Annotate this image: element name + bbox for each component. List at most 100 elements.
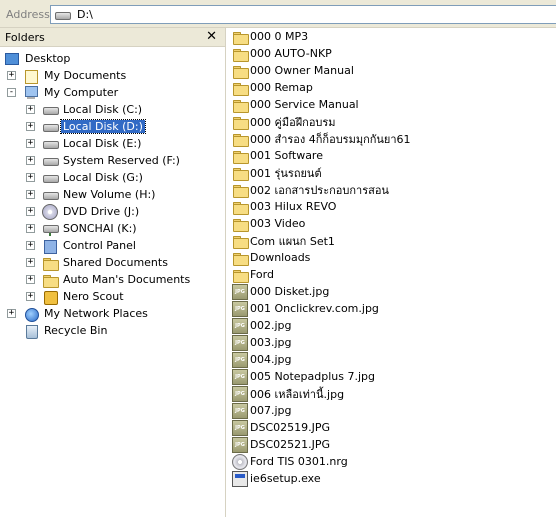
folder-icon: [42, 255, 59, 271]
file-list-item[interactable]: 000 Disket.jpg: [232, 283, 329, 300]
file-list-item[interactable]: ie6setup.exe: [232, 470, 321, 487]
tree-item-label: Recycle Bin: [44, 324, 108, 337]
tree-item-label: My Network Places: [44, 307, 148, 320]
file-list-item[interactable]: 001 Software: [232, 147, 323, 164]
file-list-item[interactable]: 000 Remap: [232, 79, 313, 96]
tree-expander[interactable]: +: [26, 173, 35, 182]
file-list-item[interactable]: 003 Video: [232, 215, 305, 232]
file-list-item[interactable]: 000 AUTO-NKP: [232, 45, 332, 62]
tree-expander[interactable]: +: [7, 71, 16, 80]
tree-item[interactable]: Local Disk (C:): [42, 101, 144, 118]
tree-expander[interactable]: +: [26, 156, 35, 165]
file-list-item[interactable]: Downloads: [232, 249, 310, 266]
folder-icon: [232, 165, 249, 181]
close-folders-pane-button[interactable]: ✕: [206, 29, 217, 44]
tree-expander[interactable]: +: [26, 275, 35, 284]
tree-item-label: Local Disk (E:): [63, 137, 142, 150]
jpg-file-icon: [232, 351, 248, 368]
jpg-file-icon: [232, 300, 248, 317]
tree-item[interactable]: My Network Places: [23, 305, 150, 322]
file-list-item[interactable]: 001 Onclickrev.com.jpg: [232, 300, 379, 317]
file-list-item[interactable]: 003 Hilux REVO: [232, 198, 336, 215]
tree-item[interactable]: SONCHAI (K:): [42, 220, 139, 237]
jpg-file-icon: [232, 436, 248, 453]
folders-header: Folders ✕: [0, 28, 225, 47]
folder-icon: [232, 182, 249, 198]
control-panel-icon: [42, 238, 58, 254]
file-list-item[interactable]: Ford TIS 0301.nrg: [232, 453, 348, 470]
file-name: 000 AUTO-NKP: [250, 47, 332, 60]
folder-icon: [232, 250, 249, 266]
file-name: Ford: [250, 268, 274, 281]
file-name: 004.jpg: [250, 353, 292, 366]
file-list-item[interactable]: 000 Owner Manual: [232, 62, 354, 79]
file-list-item[interactable]: 000 คู่มือฝึกอบรม: [232, 113, 336, 130]
tree-item[interactable]: Desktop: [4, 50, 72, 67]
tree-expander[interactable]: +: [26, 122, 35, 131]
tree-expander[interactable]: +: [26, 207, 35, 216]
tree-expander[interactable]: +: [26, 105, 35, 114]
tree-expander[interactable]: +: [26, 241, 35, 250]
file-name: 003.jpg: [250, 336, 292, 349]
drive-icon: [42, 119, 59, 135]
file-list-item[interactable]: Ford: [232, 266, 274, 283]
tree-item-label: Shared Documents: [63, 256, 168, 269]
address-value: D:\: [77, 8, 93, 21]
file-list-item[interactable]: 001 รุ่นรถยนต์: [232, 164, 322, 181]
tree-item[interactable]: Control Panel: [42, 237, 138, 254]
file-list-item[interactable]: DSC02521.JPG: [232, 436, 330, 453]
file-list-item[interactable]: 004.jpg: [232, 351, 292, 368]
file-list-item[interactable]: 007.jpg: [232, 402, 292, 419]
folder-icon: [232, 80, 249, 96]
nero-scout-icon: [42, 289, 58, 305]
tree-expander[interactable]: +: [26, 139, 35, 148]
tree-item[interactable]: My Computer: [23, 84, 120, 101]
file-list-item[interactable]: 002.jpg: [232, 317, 292, 334]
tree-item-label: New Volume (H:): [63, 188, 156, 201]
address-input[interactable]: D:\: [50, 5, 556, 24]
file-list-item[interactable]: 003.jpg: [232, 334, 292, 351]
file-name: DSC02519.JPG: [250, 421, 331, 434]
folder-icon: [232, 97, 249, 113]
tree-item[interactable]: Recycle Bin: [23, 322, 109, 339]
tree-item[interactable]: New Volume (H:): [42, 186, 157, 203]
file-list-item[interactable]: 000 สำรอง 4ก็ก็อบรมมุกกันยา61: [232, 130, 411, 147]
tree-item-label: My Documents: [44, 69, 127, 82]
file-list-item[interactable]: Com แผนก Set1: [232, 232, 335, 249]
folder-icon: [232, 148, 249, 164]
tree-item[interactable]: Auto Man's Documents: [42, 271, 192, 288]
file-list-item[interactable]: 002 เอกสารประกอบการสอน: [232, 181, 389, 198]
tree-item[interactable]: Local Disk (E:): [42, 135, 143, 152]
file-name: 002 เอกสารประกอบการสอน: [250, 183, 389, 197]
tree-item[interactable]: System Reserved (F:): [42, 152, 182, 169]
file-name: DSC02521.JPG: [250, 438, 331, 451]
file-name: 000 Disket.jpg: [250, 285, 330, 298]
file-list-item[interactable]: 006 เหลือเท่านี้.jpg: [232, 385, 344, 402]
tree-item[interactable]: Local Disk (G:): [42, 169, 145, 186]
drive-icon: [54, 7, 71, 23]
tree-item[interactable]: Local Disk (D:): [42, 118, 146, 135]
file-list-item[interactable]: 000 Service Manual: [232, 96, 359, 113]
tree-expander[interactable]: +: [26, 258, 35, 267]
folder-icon: [232, 216, 249, 232]
tree-expander[interactable]: +: [26, 292, 35, 301]
address-bar: Address D:\: [0, 0, 556, 28]
tree-item[interactable]: Shared Documents: [42, 254, 170, 271]
drive-icon: [42, 187, 59, 203]
tree-item-label: Control Panel: [63, 239, 136, 252]
tree-item[interactable]: DVD Drive (J:): [42, 203, 141, 220]
file-name: 003 Hilux REVO: [250, 200, 337, 213]
tree-expander[interactable]: +: [26, 224, 35, 233]
file-name: 000 Owner Manual: [250, 64, 354, 77]
tree-item[interactable]: Nero Scout: [42, 288, 126, 305]
tree-item[interactable]: My Documents: [23, 67, 128, 84]
jpg-file-icon: [232, 402, 248, 419]
file-list-item[interactable]: DSC02519.JPG: [232, 419, 330, 436]
drive-icon: [42, 136, 59, 152]
tree-expander[interactable]: +: [7, 309, 16, 318]
file-list-item[interactable]: 000 0 MP3: [232, 28, 308, 45]
tree-expander[interactable]: +: [26, 190, 35, 199]
tree-expander[interactable]: -: [7, 88, 16, 97]
network-places-icon: [23, 306, 39, 322]
file-list-item[interactable]: 005 Notepadplus 7.jpg: [232, 368, 375, 385]
